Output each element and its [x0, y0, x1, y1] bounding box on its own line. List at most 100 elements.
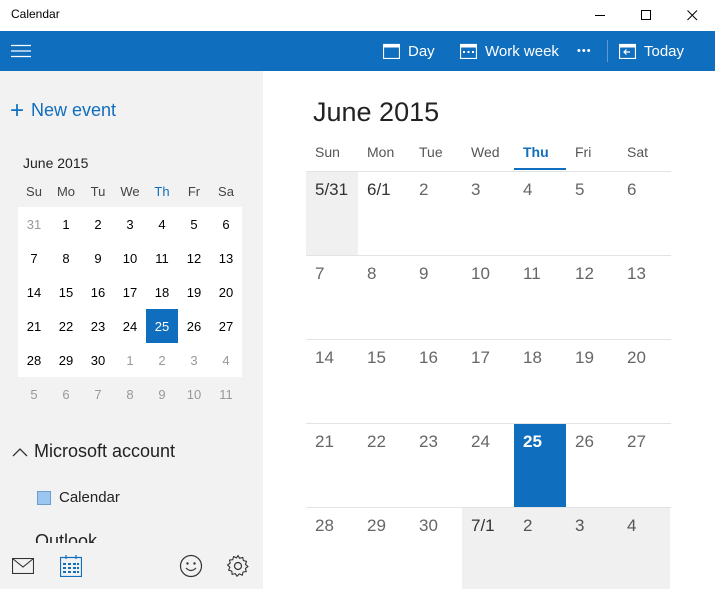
day-cell[interactable]: 6/1: [358, 172, 410, 255]
mini-calendar-title[interactable]: June 2015: [23, 155, 88, 171]
day-cell[interactable]: 24: [462, 424, 514, 507]
new-event-button[interactable]: + New event: [10, 98, 116, 122]
mini-calendar-day[interactable]: 15: [50, 275, 82, 309]
mini-calendar-day[interactable]: 14: [18, 275, 50, 309]
mini-calendar-day[interactable]: 9: [146, 377, 178, 411]
mini-weekday-label: Fr: [187, 183, 201, 199]
mini-calendar-day[interactable]: 1: [50, 207, 82, 241]
month-title[interactable]: June 2015: [313, 97, 439, 128]
work-week-view-button[interactable]: Work week: [460, 31, 559, 71]
calendar-list-item[interactable]: Calendar: [37, 489, 120, 506]
mini-calendar-day[interactable]: 8: [50, 241, 82, 275]
mini-calendar-day[interactable]: 13: [210, 241, 242, 275]
mini-calendar-day[interactable]: 1: [114, 343, 146, 377]
day-view-button[interactable]: Day: [383, 31, 435, 71]
close-button[interactable]: [669, 0, 715, 31]
mini-calendar-day[interactable]: 6: [50, 377, 82, 411]
mini-calendar-day[interactable]: 31: [18, 207, 50, 241]
minimize-button[interactable]: [577, 0, 623, 31]
day-cell[interactable]: 19: [566, 340, 618, 423]
settings-button[interactable]: [215, 543, 261, 589]
mini-calendar-day[interactable]: 7: [82, 377, 114, 411]
mini-calendar-day[interactable]: 12: [178, 241, 210, 275]
mini-calendar-day[interactable]: 7: [18, 241, 50, 275]
mini-calendar-day[interactable]: 29: [50, 343, 82, 377]
mini-calendar-day[interactable]: 2: [146, 343, 178, 377]
mini-calendar-day[interactable]: 20: [210, 275, 242, 309]
day-cell[interactable]: 3: [566, 508, 618, 589]
day-cell[interactable]: 5/31: [306, 172, 358, 255]
mini-calendar-day[interactable]: 6: [210, 207, 242, 241]
today-label: Today: [644, 42, 685, 60]
mini-calendar-day[interactable]: 16: [82, 275, 114, 309]
mini-calendar-week: 31 1 2 3 4 5 6: [18, 207, 242, 241]
day-cell[interactable]: 27: [618, 424, 670, 507]
mini-calendar-day[interactable]: 3: [114, 207, 146, 241]
day-cell[interactable]: 28: [306, 508, 358, 589]
hamburger-menu-button[interactable]: [0, 31, 42, 71]
mini-calendar-day[interactable]: 10: [114, 241, 146, 275]
day-cell[interactable]: 17: [462, 340, 514, 423]
mini-calendar-day[interactable]: 21: [18, 309, 50, 343]
calendar-app-button[interactable]: [48, 543, 94, 589]
day-cell[interactable]: 2: [514, 508, 566, 589]
mini-calendar-day[interactable]: 19: [178, 275, 210, 309]
day-cell[interactable]: 8: [358, 256, 410, 339]
day-cell[interactable]: 5: [566, 172, 618, 255]
mini-calendar-day[interactable]: 3: [178, 343, 210, 377]
day-cell[interactable]: 14: [306, 340, 358, 423]
mini-calendar-day[interactable]: 5: [178, 207, 210, 241]
day-cell[interactable]: 7: [306, 256, 358, 339]
day-cell[interactable]: 3: [462, 172, 514, 255]
day-cell[interactable]: 23: [410, 424, 462, 507]
day-cell[interactable]: 4: [514, 172, 566, 255]
mini-calendar-day[interactable]: 22: [50, 309, 82, 343]
mini-calendar-day[interactable]: 10: [178, 377, 210, 411]
account-header-microsoft[interactable]: Microsoft account: [12, 441, 175, 462]
day-cell[interactable]: 6: [618, 172, 670, 255]
minimize-icon: [594, 15, 605, 16]
more-options-button[interactable]: •••: [577, 31, 592, 71]
day-cell[interactable]: 9: [410, 256, 462, 339]
day-cell[interactable]: 10: [462, 256, 514, 339]
today-button[interactable]: Today: [619, 31, 684, 71]
mini-calendar-day[interactable]: 8: [114, 377, 146, 411]
day-cell[interactable]: 11: [514, 256, 566, 339]
mini-calendar-day[interactable]: 25: [146, 309, 178, 343]
maximize-button[interactable]: [623, 0, 669, 31]
mini-weekday-label: Mo: [56, 183, 76, 199]
mini-calendar-day[interactable]: 4: [146, 207, 178, 241]
day-cell[interactable]: 21: [306, 424, 358, 507]
mail-button[interactable]: [0, 543, 46, 589]
day-cell[interactable]: 13: [618, 256, 670, 339]
day-cell[interactable]: 2: [410, 172, 462, 255]
mini-calendar-day[interactable]: 28: [18, 343, 50, 377]
mini-calendar-day[interactable]: 11: [210, 377, 242, 411]
day-cell[interactable]: 4: [618, 508, 670, 589]
day-cell[interactable]: 7/1: [462, 508, 514, 589]
mini-calendar-day[interactable]: 27: [210, 309, 242, 343]
day-cell[interactable]: 22: [358, 424, 410, 507]
day-cell[interactable]: 15: [358, 340, 410, 423]
mini-calendar-day[interactable]: 18: [146, 275, 178, 309]
mini-calendar-day[interactable]: 17: [114, 275, 146, 309]
feedback-button[interactable]: [168, 543, 214, 589]
day-cell[interactable]: 29: [358, 508, 410, 589]
account-header-outlook[interactable]: Outlook: [35, 531, 97, 543]
day-cell[interactable]: 20: [618, 340, 670, 423]
mini-calendar-day[interactable]: 24: [114, 309, 146, 343]
mini-calendar-day[interactable]: 11: [146, 241, 178, 275]
day-cell[interactable]: 12: [566, 256, 618, 339]
mini-calendar-day[interactable]: 9: [82, 241, 114, 275]
mini-calendar-day[interactable]: 30: [82, 343, 114, 377]
day-cell[interactable]: 30: [410, 508, 462, 589]
mini-calendar-day[interactable]: 26: [178, 309, 210, 343]
mini-calendar-day[interactable]: 2: [82, 207, 114, 241]
mini-calendar-day[interactable]: 5: [18, 377, 50, 411]
day-cell[interactable]: 16: [410, 340, 462, 423]
day-cell[interactable]: 18: [514, 340, 566, 423]
mini-calendar-day[interactable]: 23: [82, 309, 114, 343]
day-cell[interactable]: 25: [514, 424, 566, 507]
day-cell[interactable]: 26: [566, 424, 618, 507]
mini-calendar-day[interactable]: 4: [210, 343, 242, 377]
